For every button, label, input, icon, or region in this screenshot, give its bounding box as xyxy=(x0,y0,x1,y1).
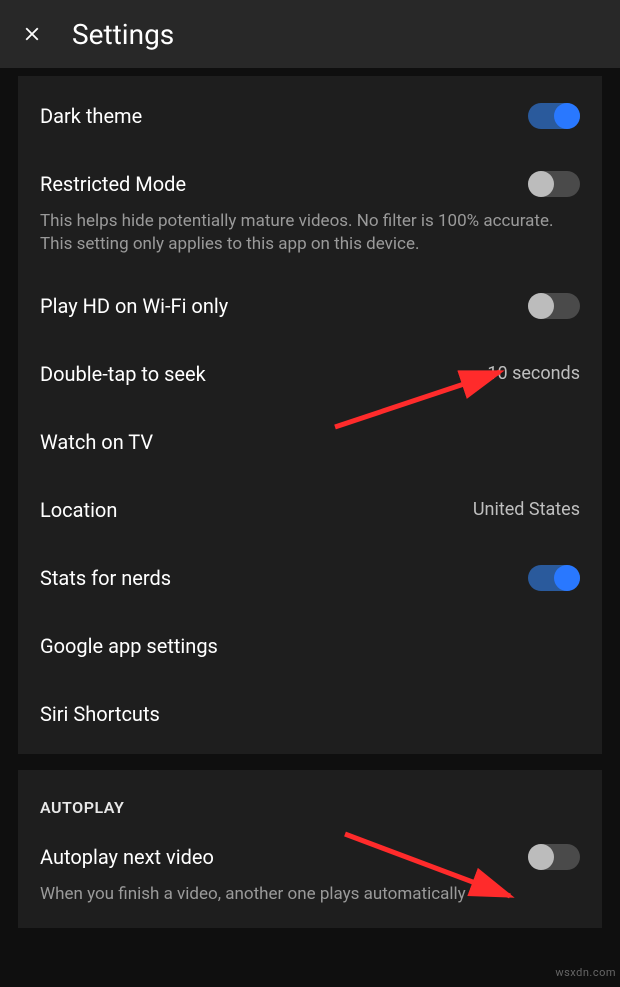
row-google-app-settings[interactable]: Google app settings xyxy=(18,612,602,680)
autoplay-next-label: Autoplay next video xyxy=(40,845,214,869)
row-dark-theme[interactable]: Dark theme xyxy=(18,82,602,150)
close-icon xyxy=(21,23,43,45)
google-app-settings-label: Google app settings xyxy=(40,634,218,658)
siri-shortcuts-label: Siri Shortcuts xyxy=(40,702,160,726)
row-watch-on-tv[interactable]: Watch on TV xyxy=(18,408,602,476)
stats-for-nerds-label: Stats for nerds xyxy=(40,566,171,590)
section-gap xyxy=(18,754,602,762)
play-hd-toggle[interactable] xyxy=(528,293,580,319)
restricted-mode-desc: This helps hide potentially mature video… xyxy=(18,210,602,272)
restricted-mode-label: Restricted Mode xyxy=(40,172,186,196)
double-tap-value: 10 seconds xyxy=(487,363,580,384)
row-autoplay-next[interactable]: Autoplay next video xyxy=(18,823,602,891)
row-double-tap[interactable]: Double-tap to seek 10 seconds xyxy=(18,340,602,408)
content: Dark theme Restricted Mode This helps hi… xyxy=(0,76,620,928)
row-restricted-mode[interactable]: Restricted Mode xyxy=(18,150,602,218)
autoplay-next-desc: When you finish a video, another one pla… xyxy=(18,883,602,922)
autoplay-header: AUTOPLAY xyxy=(18,776,602,823)
watch-on-tv-label: Watch on TV xyxy=(40,430,153,454)
location-label: Location xyxy=(40,498,117,522)
toggle-thumb xyxy=(528,844,554,870)
toggle-thumb xyxy=(554,565,580,591)
row-location[interactable]: Location United States xyxy=(18,476,602,544)
toggle-thumb xyxy=(528,293,554,319)
section-general: Dark theme Restricted Mode This helps hi… xyxy=(18,76,602,754)
toggle-thumb xyxy=(528,171,554,197)
row-play-hd[interactable]: Play HD on Wi-Fi only xyxy=(18,272,602,340)
play-hd-label: Play HD on Wi-Fi only xyxy=(40,294,228,318)
toggle-thumb xyxy=(554,103,580,129)
dark-theme-toggle[interactable] xyxy=(528,103,580,129)
restricted-mode-toggle[interactable] xyxy=(528,171,580,197)
section-autoplay: AUTOPLAY Autoplay next video When you fi… xyxy=(18,770,602,928)
header: Settings xyxy=(0,0,620,68)
dark-theme-label: Dark theme xyxy=(40,104,142,128)
stats-for-nerds-toggle[interactable] xyxy=(528,565,580,591)
page-title: Settings xyxy=(72,18,174,51)
autoplay-next-toggle[interactable] xyxy=(528,844,580,870)
row-stats-for-nerds[interactable]: Stats for nerds xyxy=(18,544,602,612)
close-button[interactable] xyxy=(20,22,44,46)
row-siri-shortcuts[interactable]: Siri Shortcuts xyxy=(18,680,602,748)
location-value: United States xyxy=(473,499,580,520)
double-tap-label: Double-tap to seek xyxy=(40,362,206,386)
watermark: wsxdn.com xyxy=(555,966,616,979)
